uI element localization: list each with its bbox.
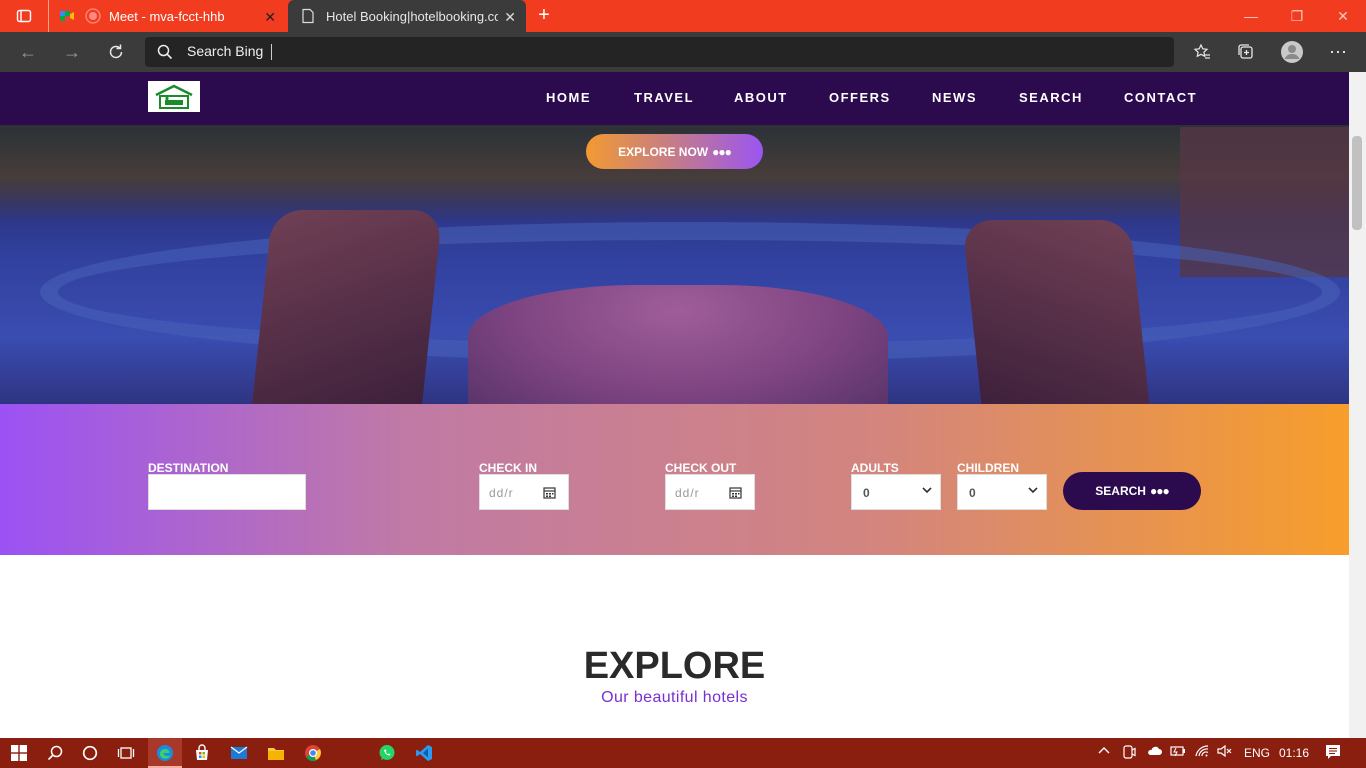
- clock[interactable]: 01:16: [1279, 746, 1309, 760]
- close-window-button[interactable]: ✕: [1320, 0, 1366, 32]
- back-arrow-icon[interactable]: ←: [14, 38, 42, 66]
- calendar-icon[interactable]: [729, 486, 742, 504]
- search-icon: [157, 44, 173, 65]
- page-scrollbar[interactable]: [1349, 72, 1366, 738]
- refresh-icon[interactable]: [102, 38, 130, 66]
- store-icon[interactable]: [192, 743, 212, 763]
- chevron-down-icon: [922, 484, 932, 498]
- search-button[interactable]: SEARCH ●●●: [1063, 472, 1201, 510]
- children-select[interactable]: 0: [957, 474, 1047, 510]
- nav-contact[interactable]: CONTACT: [1124, 90, 1197, 105]
- tab-hotel-booking[interactable]: Hotel Booking|hotelbooking.com ✕: [288, 0, 526, 32]
- new-tab-button[interactable]: +: [534, 5, 554, 26]
- chrome-icon[interactable]: [303, 743, 323, 763]
- destination-input[interactable]: [148, 474, 306, 510]
- dots-icon: ●●●: [712, 144, 732, 159]
- text-caret: [271, 44, 272, 60]
- restore-button[interactable]: ❐: [1274, 0, 1320, 32]
- nav-about[interactable]: ABOUT: [734, 90, 788, 105]
- nav-offers[interactable]: OFFERS: [829, 90, 891, 105]
- close-tab-icon[interactable]: ✕: [264, 9, 276, 26]
- scrollbar-thumb[interactable]: [1352, 136, 1362, 230]
- date-placeholder: dd/r: [489, 486, 514, 500]
- tab-title: Hotel Booking|hotelbooking.com: [326, 8, 498, 24]
- nav-travel[interactable]: TRAVEL: [634, 90, 694, 105]
- adults-label: ADULTS: [851, 461, 899, 475]
- windows-start-icon[interactable]: [9, 743, 29, 763]
- check-out-date-input[interactable]: dd/r: [665, 474, 755, 510]
- recording-icon: [85, 8, 101, 24]
- browser-toolbar: ← → Search Bing ⋯: [0, 32, 1366, 72]
- check-out-label: CHECK OUT: [665, 461, 737, 475]
- notifications-icon[interactable]: [1325, 744, 1341, 763]
- tab-title: Meet - mva-fcct-hhb: [109, 8, 225, 24]
- meet-now-icon[interactable]: [1122, 745, 1136, 762]
- page-viewport: HOME TRAVEL ABOUT OFFERS NEWS SEARCH CON…: [0, 72, 1349, 738]
- nav-news[interactable]: NEWS: [932, 90, 977, 105]
- check-in-label: CHECK IN: [479, 461, 538, 475]
- forward-arrow-icon[interactable]: →: [58, 38, 86, 66]
- booking-form: DESTINATION CHECK IN dd/r CHECK OUT dd/r…: [0, 404, 1349, 555]
- tab-meet[interactable]: Meet - mva-fcct-hhb ✕: [48, 0, 286, 32]
- chevron-down-icon: [1028, 484, 1038, 498]
- volume-muted-icon[interactable]: [1217, 744, 1233, 760]
- site-navbar: HOME TRAVEL ABOUT OFFERS NEWS SEARCH CON…: [0, 72, 1349, 125]
- explore-now-label: EXPLORE NOW: [618, 144, 709, 159]
- check-in-date-input[interactable]: dd/r: [479, 474, 569, 510]
- address-text: Search Bing: [187, 43, 264, 59]
- show-hidden-icons-icon[interactable]: [1098, 745, 1110, 760]
- destination-label: DESTINATION: [148, 461, 229, 475]
- meet-favicon-icon: [59, 8, 75, 24]
- adults-value: 0: [863, 486, 870, 500]
- search-icon[interactable]: [45, 743, 65, 763]
- windows-taskbar: ENG 01:16: [0, 738, 1366, 768]
- nav-home[interactable]: HOME: [546, 90, 591, 105]
- language-indicator[interactable]: ENG: [1244, 746, 1270, 760]
- explore-heading: EXPLORE: [583, 645, 766, 687]
- browser-title-bar: Meet - mva-fcct-hhb ✕ Hotel Booking|hote…: [0, 0, 1366, 32]
- favorites-star-icon[interactable]: [1188, 38, 1216, 66]
- edge-browser-icon[interactable]: [155, 743, 175, 763]
- explore-subheading: Our beautiful hotels: [601, 689, 748, 706]
- date-placeholder: dd/r: [675, 486, 700, 500]
- profile-avatar-icon[interactable]: [1278, 38, 1306, 66]
- dots-icon: ●●●: [1149, 484, 1170, 498]
- adults-select[interactable]: 0: [851, 474, 941, 510]
- onedrive-cloud-icon[interactable]: [1146, 745, 1162, 760]
- nav-search[interactable]: SEARCH: [1019, 90, 1083, 105]
- site-logo[interactable]: [148, 81, 200, 112]
- calendar-icon[interactable]: [543, 486, 556, 504]
- search-button-label: SEARCH: [1095, 484, 1146, 498]
- more-options-icon[interactable]: ⋯: [1324, 38, 1352, 66]
- tab-actions-icon[interactable]: [16, 8, 32, 24]
- minimize-button[interactable]: ―: [1228, 0, 1274, 32]
- whatsapp-icon[interactable]: [377, 743, 397, 763]
- page-favicon-icon: [300, 8, 316, 24]
- file-explorer-icon[interactable]: [266, 743, 286, 763]
- mail-icon[interactable]: [229, 743, 249, 763]
- task-view-icon[interactable]: [116, 743, 136, 763]
- explore-now-button[interactable]: EXPLORE NOW ●●●: [586, 134, 763, 169]
- collections-icon[interactable]: [1232, 38, 1260, 66]
- close-tab-icon[interactable]: ✕: [504, 9, 516, 26]
- wifi-icon[interactable]: [1194, 745, 1210, 760]
- cortana-icon[interactable]: [80, 743, 100, 763]
- address-bar[interactable]: Search Bing: [145, 37, 1174, 67]
- battery-icon[interactable]: [1170, 745, 1186, 760]
- children-label: CHILDREN: [957, 461, 1019, 475]
- children-value: 0: [969, 486, 976, 500]
- vscode-icon[interactable]: [414, 743, 434, 763]
